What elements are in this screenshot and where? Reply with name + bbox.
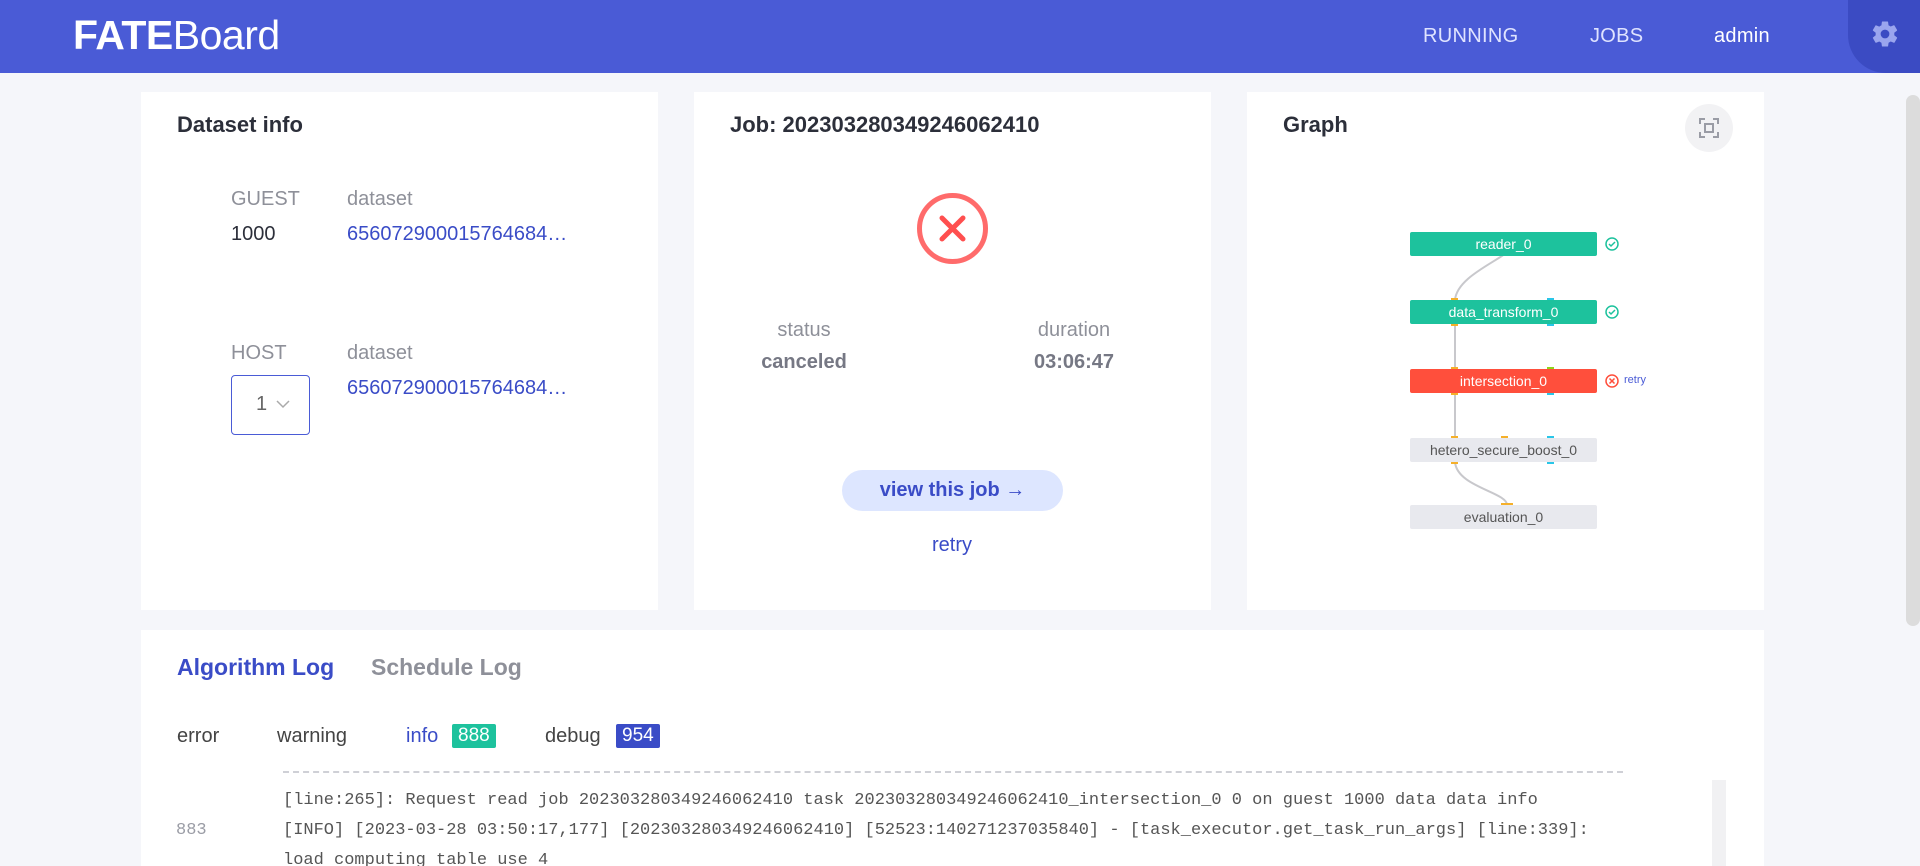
logo-bold: FATE [73,12,173,58]
log-truncated-line [283,771,1623,778]
retry-link[interactable]: retry [932,534,972,557]
log-line: [INFO] [2023-03-28 03:50:17,177] [202303… [283,821,1589,840]
success-check-icon [1605,237,1619,251]
host-dataset-label: dataset [347,342,413,364]
nav-running[interactable]: RUNNING [1423,25,1518,48]
dataset-info-card: Dataset info GUEST 1000 dataset 65607290… [141,92,658,610]
top-header: FATEBoard RUNNING JOBS admin [0,0,1920,73]
log-scrollbar[interactable] [1712,780,1726,866]
chevron-down-icon [276,400,290,409]
debug-count-badge: 954 [616,724,660,748]
gear-icon[interactable] [1870,19,1900,49]
graph-card: Graph reader_0 data_transform_0 intersec… [1247,92,1764,610]
duration-value: 03:06:47 [1033,351,1115,373]
graph-edges [1451,249,1554,507]
graph-node-reader[interactable]: reader_0 [1410,232,1597,256]
graph-node-evaluation[interactable]: evaluation_0 [1410,505,1597,529]
duration-label: duration [1037,319,1111,341]
log-content[interactable]: [line:265]: Request read job 20230328034… [141,771,1718,866]
dataset-info-title: Dataset info [177,112,303,137]
graph-node-hetero-secure-boost[interactable]: hetero_secure_boost_0 [1410,438,1597,462]
info-count-badge: 888 [452,724,496,748]
host-party-select[interactable]: 1 [231,375,310,435]
log-level-debug[interactable]: debug [545,725,601,748]
success-check-icon [1605,305,1619,319]
failed-x-icon [1605,374,1619,388]
graph-node-intersection[interactable]: intersection_0 [1410,369,1597,393]
host-label: HOST [231,342,287,364]
log-line: load computing table use 4 [283,851,549,866]
tab-algorithm-log[interactable]: Algorithm Log [177,654,334,681]
log-level-info[interactable]: info [406,725,438,748]
guest-dataset-label: dataset [347,188,413,210]
log-level-error[interactable]: error [177,725,219,748]
status-value: canceled [761,351,847,373]
guest-party-id: 1000 [231,223,276,245]
nav-jobs[interactable]: JOBS [1590,25,1643,48]
logo-light: Board [172,12,280,58]
page-scrollbar[interactable] [1906,95,1920,626]
view-job-button[interactable]: view this job → [842,470,1063,511]
job-card: Job: 20230328034924606241​0 status cance… [694,92,1211,610]
guest-label: GUEST [231,188,300,210]
graph-node-data-transform[interactable]: data_transform_0 [1410,300,1597,324]
guest-dataset-link[interactable]: 656072900015764684… [347,223,577,246]
node-retry-link[interactable]: retry [1624,374,1646,386]
status-label: status [777,319,831,341]
job-title: Job: 20230328034924606241​0 [730,112,1040,137]
host-dataset-link[interactable]: 656072900015764684… [347,377,577,400]
app-logo[interactable]: FATEBoard [73,12,280,59]
log-line-number: 883 [176,821,207,840]
host-selected-value: 1 [256,393,268,415]
log-level-warning[interactable]: warning [277,725,347,748]
user-menu[interactable]: admin [1714,25,1770,48]
log-line: [line:265]: Request read job 20230328034… [283,791,1538,810]
tab-schedule-log[interactable]: Schedule Log [371,654,522,681]
error-x-icon [917,193,988,264]
